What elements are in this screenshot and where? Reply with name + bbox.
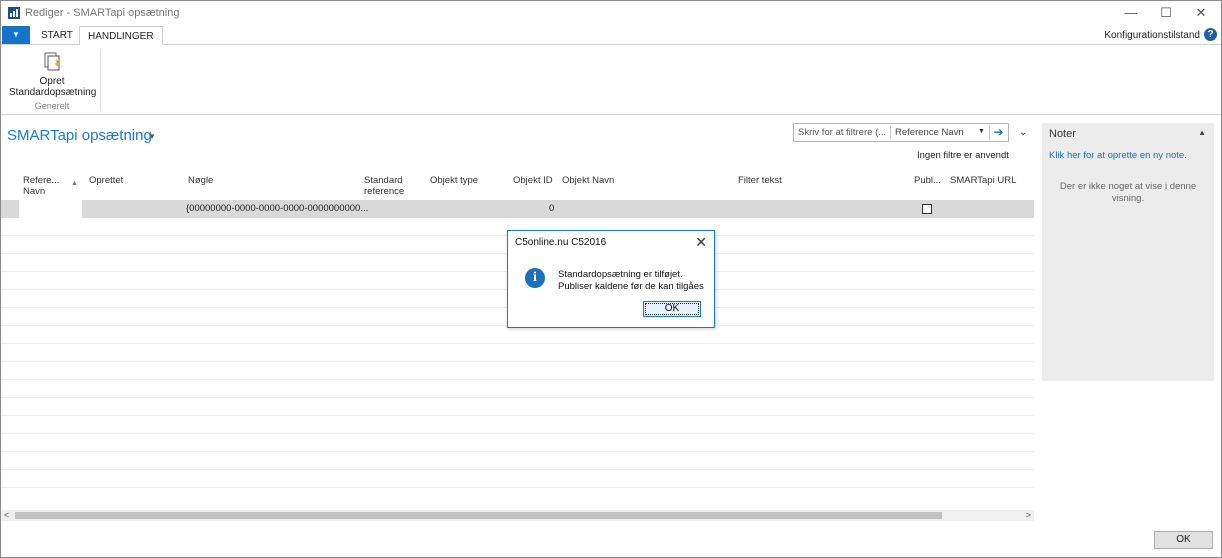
column-header-object-name[interactable]: Objekt Navn bbox=[562, 175, 614, 186]
main-window: Rediger - SMARTapi opsætning — ☐ ✕ ▼ STA… bbox=[0, 0, 1222, 558]
filter-divider bbox=[890, 126, 891, 139]
grid-line bbox=[1, 433, 1034, 434]
filter-box: Skriv for at filtrere (... Reference Nav… bbox=[793, 123, 1009, 142]
grid-line bbox=[1, 469, 1034, 470]
grid-line bbox=[1, 487, 1034, 488]
tab-handlinger[interactable]: HANDLINGER bbox=[79, 26, 163, 45]
column-header-line: Refere... bbox=[23, 175, 60, 186]
ribbon-body: Opret Standardopsætning Generelt bbox=[1, 45, 1221, 115]
column-header-standard-reference[interactable]: Standard reference bbox=[364, 175, 404, 197]
column-header-created[interactable]: Oprettet bbox=[89, 175, 123, 186]
dialog-message-line: Publiser kaldene før de kan tilgåes bbox=[558, 281, 704, 292]
grid-line bbox=[1, 415, 1034, 416]
column-header-object-id[interactable]: Objekt ID bbox=[513, 175, 553, 186]
scroll-right-icon[interactable]: > bbox=[1026, 510, 1031, 520]
column-header-line: Objekt Navn bbox=[562, 175, 615, 186]
notes-factbox: Noter ▲ Klik her for at oprette en ny no… bbox=[1042, 123, 1214, 381]
column-header-line: Oprettet bbox=[89, 175, 124, 186]
expand-filter-chevron-icon[interactable]: ⌄ bbox=[1019, 127, 1027, 138]
dialog-message: Standardopsætning er tilføjet. Publiser … bbox=[558, 269, 704, 293]
chevron-down-icon[interactable]: ▼ bbox=[148, 132, 156, 141]
create-standard-setup-button[interactable]: Opret Standardopsætning bbox=[9, 51, 97, 98]
table-row[interactable]: {00000000-0000-0000-0000-0000000000... 0 bbox=[1, 200, 1034, 218]
grid-line bbox=[1, 361, 1034, 362]
horizontal-scrollbar[interactable]: < > bbox=[1, 510, 1034, 521]
column-header-line: Nøgle bbox=[188, 175, 214, 186]
filter-go-arrow-icon[interactable]: ➔ bbox=[989, 125, 1007, 140]
column-header-line: Standard bbox=[364, 175, 403, 186]
column-header-reference-name[interactable]: Refere... Navn bbox=[23, 175, 59, 197]
filter-field-dropdown-icon[interactable]: ▼ bbox=[978, 128, 985, 135]
notes-title: Noter bbox=[1049, 128, 1076, 140]
column-header-line: Publ... bbox=[914, 175, 941, 186]
dialog-close-icon[interactable]: ✕ bbox=[695, 234, 707, 251]
column-header-published[interactable]: Publ... bbox=[914, 175, 941, 186]
create-note-link[interactable]: Klik her for at oprette en ny note. bbox=[1049, 150, 1187, 161]
window-title: Rediger - SMARTapi opsætning bbox=[25, 7, 180, 19]
page-title[interactable]: SMARTapi opsætning bbox=[7, 127, 152, 144]
message-dialog: C5online.nu C52016 ✕ i Standardopsætning… bbox=[507, 230, 715, 328]
help-icon[interactable]: ? bbox=[1204, 28, 1217, 41]
create-standard-setup-label-line2: Standardopsætning bbox=[9, 87, 97, 98]
column-header-line: reference bbox=[364, 186, 405, 197]
published-checkbox[interactable] bbox=[922, 204, 932, 214]
title-bar: Rediger - SMARTapi opsætning — ☐ ✕ bbox=[1, 1, 1221, 25]
column-header-line: Objekt ID bbox=[513, 175, 553, 186]
filter-input[interactable]: Skriv for at filtrere (... bbox=[798, 127, 886, 138]
collapse-notes-icon[interactable]: ▲ bbox=[1198, 128, 1206, 137]
close-window-button[interactable]: ✕ bbox=[1185, 1, 1217, 25]
object-id-cell[interactable]: 0 bbox=[549, 203, 554, 214]
filter-status-text: Ingen filtre er anvendt bbox=[917, 150, 1009, 161]
grid-line bbox=[1, 343, 1034, 344]
scrollbar-thumb[interactable] bbox=[15, 512, 942, 519]
column-header-line: Objekt type bbox=[430, 175, 479, 186]
data-grid: Refere... Navn ▲ Oprettet Nøgle Standard… bbox=[1, 169, 1034, 509]
notes-empty-line: visning. bbox=[1111, 193, 1145, 204]
maximize-button[interactable]: ☐ bbox=[1150, 1, 1182, 25]
tab-start[interactable]: START bbox=[33, 26, 81, 45]
notes-empty-line: Der er ikke noget at vise i denne bbox=[1059, 181, 1197, 192]
ok-button[interactable]: OK bbox=[1154, 531, 1213, 549]
column-header-filter-text[interactable]: Filter tekst bbox=[738, 175, 782, 186]
configuration-mode-link[interactable]: Konfigurationstilstand bbox=[1104, 30, 1200, 41]
information-icon: i bbox=[525, 268, 545, 288]
notes-empty-message: Der er ikke noget at vise i denne visnin… bbox=[1050, 181, 1206, 205]
filter-field-select[interactable]: Reference Navn bbox=[895, 127, 964, 138]
column-header-line: SMARTapi URL bbox=[950, 175, 1017, 186]
create-standard-setup-label-line1: Opret bbox=[39, 76, 65, 87]
dialog-message-line: Standardopsætning er tilføjet. bbox=[558, 269, 683, 280]
scroll-left-icon[interactable]: < bbox=[4, 510, 9, 520]
dialog-ok-button[interactable]: OK bbox=[643, 301, 701, 317]
column-header-line: Filter tekst bbox=[738, 175, 782, 186]
dialog-title: C5online.nu C52016 bbox=[515, 237, 607, 248]
grid-line bbox=[1, 379, 1034, 380]
ribbon-separator bbox=[100, 49, 101, 111]
column-header-smartapi-url[interactable]: SMARTapi URL bbox=[950, 175, 1016, 186]
ribbon-group-label: Generelt bbox=[34, 101, 70, 111]
column-header-key[interactable]: Nøgle bbox=[188, 175, 213, 186]
ribbon-tabbar: ▼ START HANDLINGER Konfigurationstilstan… bbox=[1, 25, 1221, 45]
column-header-object-type[interactable]: Objekt type bbox=[430, 175, 478, 186]
grid-line bbox=[1, 397, 1034, 398]
reference-name-cell-editor[interactable] bbox=[19, 200, 82, 218]
document-new-icon bbox=[44, 52, 60, 71]
sort-ascending-icon: ▲ bbox=[71, 180, 78, 187]
key-cell[interactable]: {00000000-0000-0000-0000-0000000000... bbox=[186, 203, 368, 214]
minimize-button[interactable]: — bbox=[1115, 1, 1147, 25]
grid-line bbox=[1, 451, 1034, 452]
app-logo-icon bbox=[8, 7, 20, 19]
column-header-line: Navn bbox=[23, 186, 46, 197]
application-menu-button[interactable]: ▼ bbox=[2, 26, 30, 44]
